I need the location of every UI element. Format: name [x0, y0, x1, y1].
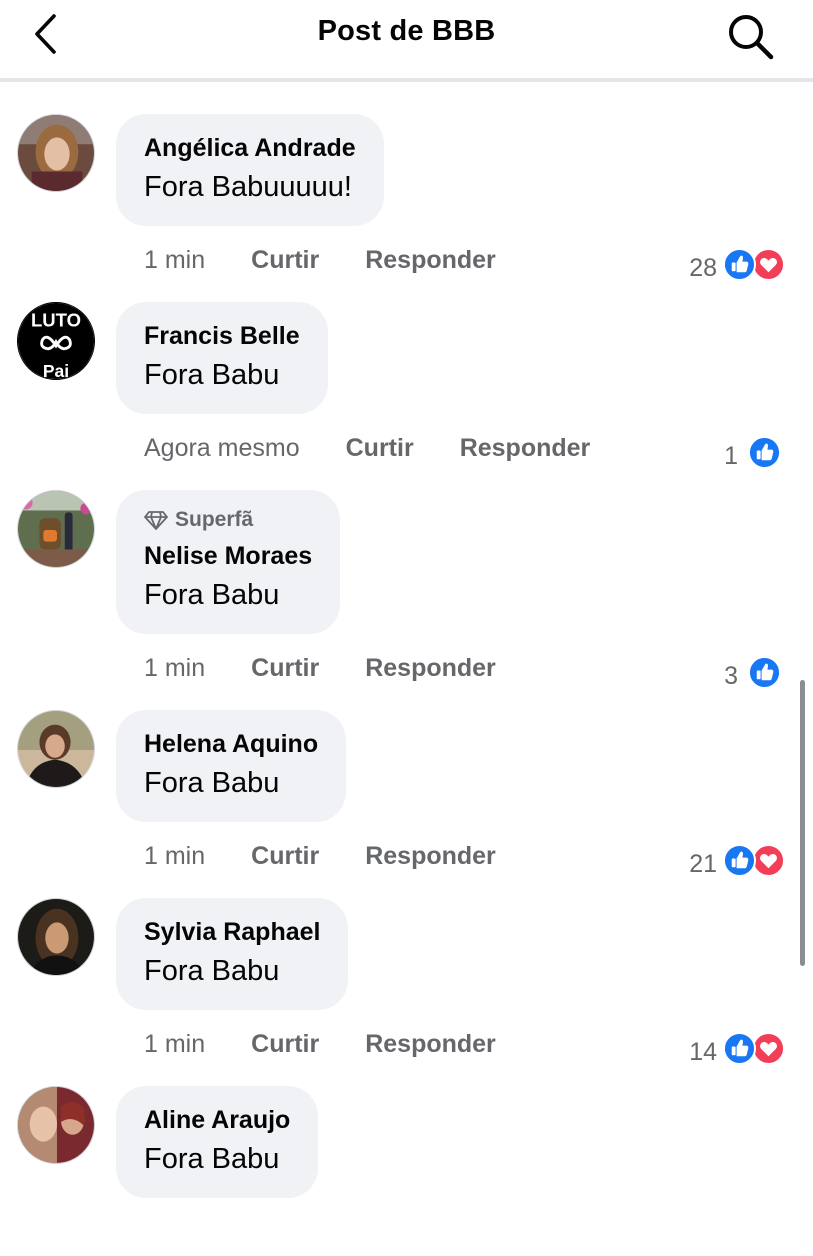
- page-title: Post de BBB: [317, 15, 496, 47]
- commenter-name[interactable]: Aline Araujo: [144, 1104, 290, 1136]
- reaction-summary[interactable]: 14: [689, 1029, 785, 1067]
- search-button[interactable]: [722, 8, 778, 64]
- commenter-name[interactable]: Francis Belle: [144, 320, 300, 352]
- reaction-count: 14: [689, 1037, 717, 1066]
- comment-bubble[interactable]: Aline Araujo Fora Babu: [116, 1086, 319, 1198]
- diamond-icon: [144, 511, 168, 530]
- commenter-name[interactable]: Nelise Moraes: [144, 540, 312, 572]
- comment-item: Angélica Andrade Fora Babuuuuu! 1 min Cu…: [0, 114, 813, 284]
- comment-item: Superfã Nelise Moraes Fora Babu 1 min Cu…: [0, 490, 813, 690]
- scrollbar[interactable]: [800, 680, 805, 966]
- comment-actions: 1 min Curtir Responder: [144, 839, 496, 873]
- avatar[interactable]: [17, 114, 95, 192]
- comment-item: Aline Araujo Fora Babu: [0, 1086, 813, 1256]
- comment-time: Agora mesmo: [144, 433, 300, 462]
- comment-text: Fora Babu: [144, 1143, 280, 1175]
- comment-time: 1 min: [144, 1029, 206, 1058]
- love-reaction-icon: [752, 843, 785, 877]
- commenter-name[interactable]: Sylvia Raphael: [144, 916, 320, 948]
- reply-button[interactable]: Responder: [365, 654, 496, 683]
- search-icon: [729, 15, 774, 60]
- avatar[interactable]: [17, 710, 95, 788]
- reaction-count: 28: [689, 253, 717, 282]
- love-reaction-icon: [752, 247, 785, 281]
- comment-text: Fora Babu: [144, 359, 280, 391]
- love-reaction-icon: [752, 1031, 785, 1065]
- reaction-summary[interactable]: 1: [724, 433, 781, 471]
- top-bar: Post de BBB: [0, 0, 813, 82]
- avatar-text-top: LUTO: [31, 309, 81, 330]
- like-button[interactable]: Curtir: [346, 434, 414, 463]
- avatar[interactable]: [17, 898, 95, 976]
- avatar[interactable]: [17, 490, 95, 568]
- commenter-name[interactable]: Helena Aquino: [144, 728, 318, 760]
- comment-bubble[interactable]: Helena Aquino Fora Babu: [116, 710, 347, 822]
- reaction-summary[interactable]: 28: [689, 245, 785, 283]
- like-reaction-icon: [723, 1031, 756, 1065]
- like-reaction-icon: [748, 435, 781, 469]
- comment-time: 1 min: [144, 841, 206, 870]
- comment-item: Helena Aquino Fora Babu 1 min Curtir Res…: [0, 710, 813, 880]
- comment-item: LUTO Pai Francis Belle Fora Babu Agora m…: [0, 302, 813, 472]
- avatar[interactable]: LUTO Pai: [17, 302, 95, 380]
- comment-bubble[interactable]: Francis Belle Fora Babu: [116, 302, 328, 414]
- commenter-name[interactable]: Angélica Andrade: [144, 132, 356, 164]
- like-button[interactable]: Curtir: [251, 654, 319, 683]
- like-button[interactable]: Curtir: [251, 842, 319, 871]
- comment-item: Sylvia Raphael Fora Babu 1 min Curtir Re…: [0, 898, 813, 1068]
- reply-button[interactable]: Responder: [365, 1030, 496, 1059]
- badge-label: Superfã: [175, 508, 254, 531]
- reaction-summary[interactable]: 21: [689, 841, 785, 879]
- reply-button[interactable]: Responder: [365, 246, 496, 275]
- like-button[interactable]: Curtir: [251, 246, 319, 275]
- comment-bubble[interactable]: Sylvia Raphael Fora Babu: [116, 898, 349, 1010]
- comment-actions: 1 min Curtir Responder: [144, 1027, 496, 1061]
- avatar[interactable]: [17, 1086, 95, 1164]
- like-button[interactable]: Curtir: [251, 1030, 319, 1059]
- comment-text: Fora Babu: [144, 579, 280, 611]
- comment-time: 1 min: [144, 653, 206, 682]
- comment-bubble[interactable]: Superfã Nelise Moraes Fora Babu: [116, 490, 341, 634]
- reaction-count: 21: [689, 849, 717, 878]
- like-reaction-icon: [723, 247, 756, 281]
- comment-actions: Agora mesmo Curtir Responder: [144, 431, 590, 465]
- reaction-count: 3: [724, 661, 738, 690]
- reaction-count: 1: [724, 441, 738, 470]
- comment-actions: 1 min Curtir Responder: [144, 651, 496, 685]
- comment-bubble[interactable]: Angélica Andrade Fora Babuuuuu!: [116, 114, 384, 226]
- reply-button[interactable]: Responder: [365, 842, 496, 871]
- comment-actions: 1 min Curtir Responder: [144, 243, 496, 277]
- like-reaction-icon: [723, 843, 756, 877]
- avatar-text-bottom: Pai: [43, 361, 69, 379]
- comment-text: Fora Babuuuuu!: [144, 171, 352, 203]
- like-reaction-icon: [748, 655, 781, 689]
- comment-text: Fora Babu: [144, 955, 280, 987]
- reaction-summary[interactable]: 3: [724, 653, 781, 691]
- superfan-badge: Superfã: [144, 506, 312, 534]
- comment-text: Fora Babu: [144, 767, 280, 799]
- reply-button[interactable]: Responder: [460, 434, 591, 463]
- comment-time: 1 min: [144, 245, 206, 274]
